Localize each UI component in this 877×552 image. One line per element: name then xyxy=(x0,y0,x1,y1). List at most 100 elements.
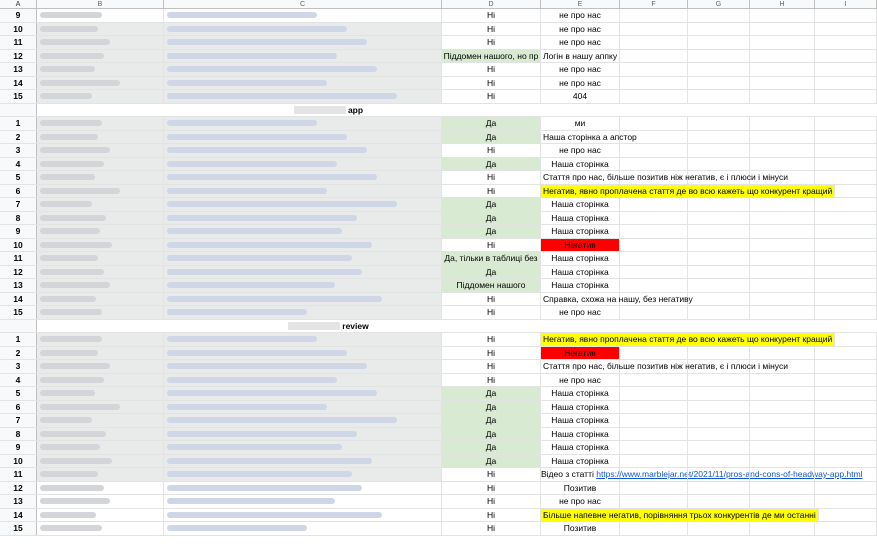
cell-is-ours[interactable]: Ні xyxy=(442,90,541,103)
row-number[interactable]: 6 xyxy=(0,400,37,413)
empty-cell-f[interactable] xyxy=(620,198,688,211)
cell-url[interactable] xyxy=(164,292,442,305)
empty-cell-i[interactable] xyxy=(815,265,877,278)
cell-comment[interactable]: Наша сторінка xyxy=(541,279,620,292)
empty-cell-g[interactable] xyxy=(688,130,750,143)
empty-cell-h[interactable] xyxy=(750,306,815,319)
cell-comment[interactable]: не про нас xyxy=(541,36,620,49)
empty-cell-i[interactable] xyxy=(815,9,877,22)
cell-site-name[interactable] xyxy=(37,238,164,251)
cell-comment[interactable]: Негатив xyxy=(541,238,620,251)
empty-cell-h[interactable] xyxy=(750,373,815,386)
empty-cell-h[interactable] xyxy=(750,130,815,143)
cell-comment[interactable]: Стаття про нас, більше позитив ніж негат… xyxy=(541,360,788,373)
row-number[interactable]: 8 xyxy=(0,427,37,440)
empty-cell-g[interactable] xyxy=(688,346,750,359)
empty-cell-g[interactable] xyxy=(688,63,750,76)
cell-site-name[interactable] xyxy=(37,198,164,211)
cell-url[interactable] xyxy=(164,508,442,521)
empty-cell-g[interactable] xyxy=(688,279,750,292)
cell-is-ours[interactable]: Ні xyxy=(442,22,541,35)
row-number[interactable]: 9 xyxy=(0,225,37,238)
cell-comment[interactable]: ми xyxy=(541,117,620,130)
empty-cell-f[interactable] xyxy=(620,76,688,89)
empty-cell-g[interactable] xyxy=(688,481,750,494)
cell-comment[interactable]: не про нас xyxy=(541,495,620,508)
cell-comment[interactable]: Наша сторінка xyxy=(541,427,620,440)
cell-url[interactable] xyxy=(164,414,442,427)
cell-comment[interactable]: Позитив xyxy=(541,481,620,494)
empty-cell-h[interactable] xyxy=(750,198,815,211)
empty-cell-g[interactable] xyxy=(688,373,750,386)
empty-cell-f[interactable] xyxy=(620,495,688,508)
empty-cell-g[interactable] xyxy=(688,441,750,454)
cell-url[interactable] xyxy=(164,22,442,35)
row-number[interactable]: 12 xyxy=(0,481,37,494)
empty-cell-h[interactable] xyxy=(750,90,815,103)
empty-cell-i[interactable] xyxy=(815,346,877,359)
cell-is-ours[interactable]: Ні xyxy=(442,522,541,535)
cell-url[interactable] xyxy=(164,252,442,265)
row-number[interactable]: 13 xyxy=(0,63,37,76)
empty-cell-i[interactable] xyxy=(815,414,877,427)
cell-url[interactable] xyxy=(164,198,442,211)
empty-cell-i[interactable] xyxy=(815,279,877,292)
empty-cell-f[interactable] xyxy=(620,9,688,22)
empty-cell-f[interactable] xyxy=(620,117,688,130)
cell-site-name[interactable] xyxy=(37,171,164,184)
cell-url[interactable] xyxy=(164,76,442,89)
cell-is-ours[interactable]: Да xyxy=(442,454,541,467)
row-number[interactable]: 9 xyxy=(0,441,37,454)
empty-cell-h[interactable] xyxy=(750,414,815,427)
cell-comment[interactable]: Негатив, явно проплачена стаття де во вс… xyxy=(541,333,836,346)
cell-comment[interactable]: не про нас xyxy=(541,22,620,35)
empty-cell-i[interactable] xyxy=(815,238,877,251)
row-number[interactable]: 9 xyxy=(0,9,37,22)
empty-cell-i[interactable] xyxy=(815,130,877,143)
cell-site-name[interactable] xyxy=(37,522,164,535)
cell-is-ours[interactable]: Ні xyxy=(442,346,541,359)
empty-cell-g[interactable] xyxy=(688,117,750,130)
cell-is-ours[interactable]: Ні xyxy=(442,9,541,22)
cell-site-name[interactable] xyxy=(37,468,164,481)
empty-cell-h[interactable] xyxy=(750,441,815,454)
cell-url[interactable] xyxy=(164,400,442,413)
cell-url[interactable] xyxy=(164,495,442,508)
cell-is-ours[interactable]: Ні xyxy=(442,495,541,508)
cell-site-name[interactable] xyxy=(37,400,164,413)
cell-is-ours[interactable]: Да xyxy=(442,211,541,224)
cell-is-ours[interactable]: Піддомен нашого xyxy=(442,279,541,292)
row-number[interactable]: 2 xyxy=(0,346,37,359)
cell-site-name[interactable] xyxy=(37,117,164,130)
cell-comment[interactable]: Логін в нашу аппку xyxy=(541,49,620,62)
empty-cell-h[interactable] xyxy=(750,144,815,157)
row-number[interactable]: 2 xyxy=(0,130,37,143)
empty-cell-h[interactable] xyxy=(750,238,815,251)
empty-cell-g[interactable] xyxy=(688,400,750,413)
cell-is-ours[interactable]: Да, тільки в таблиці без xyxy=(442,252,541,265)
cell-comment[interactable]: Позитив xyxy=(541,522,620,535)
empty-cell-i[interactable] xyxy=(815,387,877,400)
empty-cell-f[interactable] xyxy=(620,252,688,265)
cell-is-ours[interactable]: Да xyxy=(442,414,541,427)
row-number[interactable]: 6 xyxy=(0,184,37,197)
empty-cell-f[interactable] xyxy=(620,157,688,170)
empty-cell-f[interactable] xyxy=(620,400,688,413)
cell-is-ours[interactable]: Ні xyxy=(442,508,541,521)
cell-url[interactable] xyxy=(164,211,442,224)
row-number[interactable]: 15 xyxy=(0,306,37,319)
empty-cell-i[interactable] xyxy=(815,360,877,373)
empty-cell-i[interactable] xyxy=(815,22,877,35)
empty-cell-g[interactable] xyxy=(688,49,750,62)
row-number[interactable]: 12 xyxy=(0,265,37,278)
empty-cell-h[interactable] xyxy=(750,211,815,224)
empty-cell-i[interactable] xyxy=(815,522,877,535)
cell-comment[interactable]: Наша сторінка xyxy=(541,265,620,278)
empty-cell-g[interactable] xyxy=(688,427,750,440)
cell-comment[interactable]: не про нас xyxy=(541,76,620,89)
row-number[interactable]: 10 xyxy=(0,454,37,467)
row-number[interactable]: 4 xyxy=(0,373,37,386)
empty-cell-i[interactable] xyxy=(815,468,877,481)
empty-cell-g[interactable] xyxy=(688,9,750,22)
empty-cell-h[interactable] xyxy=(750,468,815,481)
